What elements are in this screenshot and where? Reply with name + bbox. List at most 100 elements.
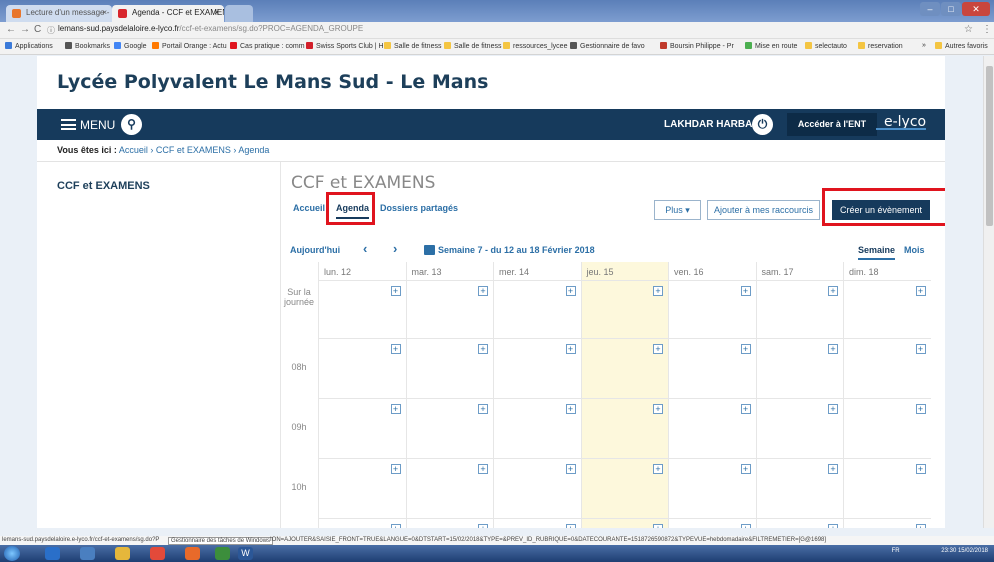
tab-accueil[interactable]: Accueil bbox=[293, 203, 325, 213]
bookmarks-more[interactable]: » bbox=[922, 42, 926, 49]
add-event-plus-icon[interactable]: + bbox=[565, 286, 576, 296]
bookmark-item[interactable]: Portail Orange : Actu bbox=[152, 42, 227, 50]
add-event-plus-icon[interactable]: + bbox=[565, 524, 576, 528]
firefox-icon[interactable] bbox=[185, 547, 200, 560]
bookmark-item[interactable]: Salle de fitness bbox=[384, 42, 441, 50]
maximize-icon[interactable]: □ bbox=[941, 2, 961, 16]
add-event-plus-icon[interactable]: + bbox=[915, 344, 926, 354]
app-icon[interactable] bbox=[215, 547, 230, 560]
calendar-slot[interactable]: + bbox=[843, 518, 931, 528]
add-event-plus-icon[interactable]: + bbox=[390, 524, 401, 528]
add-shortcut-button[interactable]: Ajouter à mes raccourcis bbox=[707, 200, 820, 220]
bookmark-item[interactable]: Salle de fitness bbox=[444, 42, 501, 50]
bookmark-item[interactable]: Bookmarks bbox=[65, 42, 110, 50]
plus-dropdown-button[interactable]: Plus ▾ bbox=[654, 200, 701, 220]
url-input[interactable]: lemans-sud.paysdelaloire.e-lyco.fr/ccf-e… bbox=[58, 24, 363, 33]
calendar-slot[interactable]: + bbox=[580, 338, 668, 398]
site-title[interactable]: Lycée Polyvalent Le Mans Sud - Le Mans bbox=[57, 71, 488, 93]
add-event-plus-icon[interactable]: + bbox=[915, 524, 926, 528]
window-close-icon[interactable]: ✕ bbox=[962, 2, 990, 16]
forward-icon[interactable]: → bbox=[20, 24, 30, 35]
previous-week-icon[interactable]: ‹ bbox=[363, 241, 367, 256]
bookmark-item[interactable]: Gestionnaire de favo bbox=[570, 42, 645, 50]
back-icon[interactable]: ← bbox=[6, 24, 16, 35]
calendar-slot[interactable]: + bbox=[493, 518, 581, 528]
add-event-plus-icon[interactable]: + bbox=[653, 286, 663, 296]
calendar-slot[interactable]: + bbox=[405, 338, 493, 398]
add-event-plus-icon[interactable]: + bbox=[653, 524, 663, 528]
add-event-plus-icon[interactable]: + bbox=[390, 286, 401, 296]
browser-tab-message[interactable]: Lecture d'un message - × bbox=[6, 5, 112, 22]
calendar-slot[interactable]: + bbox=[493, 398, 581, 458]
add-event-plus-icon[interactable]: + bbox=[653, 464, 663, 474]
view-month-tab[interactable]: Mois bbox=[904, 245, 925, 255]
next-week-icon[interactable]: › bbox=[393, 241, 397, 256]
calendar-slot[interactable]: + bbox=[318, 458, 406, 518]
calendar-slot[interactable]: + bbox=[668, 338, 756, 398]
add-event-plus-icon[interactable]: + bbox=[740, 404, 751, 414]
calendar-slot[interactable]: + bbox=[843, 398, 931, 458]
tab-dossiers-partages[interactable]: Dossiers partagés bbox=[380, 203, 458, 213]
clock[interactable]: 23:30 bbox=[941, 548, 956, 554]
calendar-slot[interactable]: + bbox=[493, 458, 581, 518]
add-event-plus-icon[interactable]: + bbox=[653, 404, 663, 414]
chrome-icon[interactable] bbox=[150, 547, 165, 560]
calendar-slot[interactable]: + bbox=[668, 398, 756, 458]
add-event-plus-icon[interactable]: + bbox=[565, 344, 576, 354]
add-event-plus-icon[interactable]: + bbox=[478, 524, 488, 528]
calendar-slot[interactable]: + bbox=[318, 518, 406, 528]
hamburger-icon[interactable] bbox=[61, 119, 76, 130]
calendar-slot[interactable]: + bbox=[668, 458, 756, 518]
reload-icon[interactable]: C bbox=[34, 24, 41, 35]
add-event-plus-icon[interactable]: + bbox=[915, 286, 926, 296]
add-event-plus-icon[interactable]: + bbox=[565, 404, 576, 414]
view-week-tab[interactable]: Semaine bbox=[858, 245, 896, 260]
start-button-icon[interactable] bbox=[4, 546, 20, 561]
calendar-slot[interactable]: + bbox=[493, 338, 581, 398]
calendar-slot[interactable]: + bbox=[405, 518, 493, 528]
calendar-slot[interactable]: + bbox=[580, 518, 668, 528]
add-event-plus-icon[interactable]: + bbox=[390, 464, 401, 474]
bookmark-item[interactable]: Swiss Sports Club | H bbox=[306, 42, 384, 50]
calendar-slot[interactable]: + bbox=[580, 458, 668, 518]
calendar-slot[interactable]: + bbox=[405, 458, 493, 518]
add-event-plus-icon[interactable]: + bbox=[478, 404, 488, 414]
new-tab-button[interactable] bbox=[225, 5, 253, 22]
add-event-plus-icon[interactable]: + bbox=[828, 286, 838, 296]
add-event-plus-icon[interactable]: + bbox=[478, 286, 488, 296]
calendar-slot[interactable]: + bbox=[318, 338, 406, 398]
bookmark-item[interactable]: Google bbox=[114, 42, 147, 50]
add-event-plus-icon[interactable]: + bbox=[740, 464, 751, 474]
add-event-plus-icon[interactable]: + bbox=[915, 464, 926, 474]
add-event-plus-icon[interactable]: + bbox=[390, 344, 401, 354]
browser-menu-icon[interactable]: ⋮ bbox=[982, 24, 992, 35]
calendar-slot[interactable]: + bbox=[843, 338, 931, 398]
breadcrumb-path[interactable]: Accueil › CCF et EXAMENS › Agenda bbox=[119, 145, 270, 155]
calendar-slot[interactable]: + bbox=[318, 398, 406, 458]
star-icon[interactable]: ☆ bbox=[964, 24, 973, 35]
calendar-slot[interactable]: + bbox=[318, 280, 406, 338]
add-event-plus-icon[interactable]: + bbox=[653, 344, 663, 354]
calendar-slot[interactable]: + bbox=[755, 338, 843, 398]
calendar-slot[interactable]: + bbox=[755, 518, 843, 528]
page-scrollbar[interactable] bbox=[983, 56, 994, 528]
calendar-slot[interactable]: + bbox=[405, 398, 493, 458]
other-bookmarks[interactable]: Autres favoris bbox=[935, 42, 988, 50]
browser-tab-agenda[interactable]: Agenda - CCF et EXAMENS × bbox=[112, 5, 224, 22]
calendar-slot[interactable]: + bbox=[755, 280, 843, 338]
hp-icon[interactable] bbox=[80, 547, 95, 560]
logout-power-icon[interactable]: ⏻ bbox=[752, 114, 773, 135]
scrollbar-thumb[interactable] bbox=[986, 66, 993, 226]
explorer-folder-icon[interactable] bbox=[115, 547, 130, 560]
calendar-slot[interactable]: + bbox=[843, 280, 931, 338]
menu-button[interactable]: MENU bbox=[80, 118, 115, 132]
add-event-plus-icon[interactable]: + bbox=[915, 404, 926, 414]
calendar-slot[interactable]: + bbox=[580, 398, 668, 458]
bookmark-item[interactable]: Cas pratique : comm bbox=[230, 42, 305, 50]
bookmark-item[interactable]: ressources_lycee bbox=[503, 42, 567, 50]
add-event-plus-icon[interactable]: + bbox=[478, 464, 488, 474]
bookmark-item[interactable]: Mise en route bbox=[745, 42, 797, 50]
calendar-slot[interactable]: + bbox=[668, 518, 756, 528]
calendar-slot[interactable]: + bbox=[580, 280, 668, 338]
calendar-slot[interactable]: + bbox=[755, 458, 843, 518]
